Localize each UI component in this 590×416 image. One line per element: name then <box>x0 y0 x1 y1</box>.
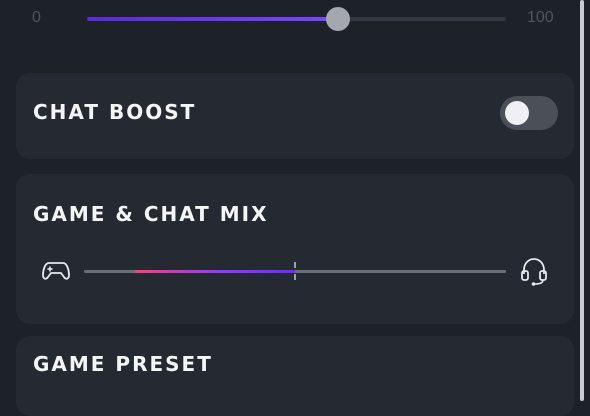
gamepad-icon <box>42 262 70 280</box>
chat-boost-title: CHAT BOOST <box>33 100 197 124</box>
volume-slider-fill <box>87 17 339 21</box>
game-chat-mix-card: GAME & CHAT MIX <box>16 174 574 324</box>
headset-icon <box>521 258 547 286</box>
volume-slider-thumb[interactable] <box>326 7 351 31</box>
scrollbar[interactable] <box>580 0 584 401</box>
chat-boost-toggle[interactable] <box>500 96 558 130</box>
mix-slider-track[interactable] <box>84 262 506 280</box>
volume-slider-track[interactable] <box>87 7 506 31</box>
chat-boost-card: CHAT BOOST <box>16 73 574 159</box>
mix-center-marker[interactable] <box>294 262 296 280</box>
slider-min-label: 0 <box>32 9 41 26</box>
game-chat-mix-title: GAME & CHAT MIX <box>33 202 269 226</box>
mix-slider-fill <box>134 270 295 273</box>
slider-max-label: 100 <box>527 9 554 26</box>
game-preset-card: GAME PRESET <box>16 336 574 416</box>
mix-slider-row <box>16 254 574 290</box>
volume-slider[interactable]: 0 100 <box>0 0 580 40</box>
game-preset-title: GAME PRESET <box>33 352 213 376</box>
toggle-knob <box>505 101 529 125</box>
